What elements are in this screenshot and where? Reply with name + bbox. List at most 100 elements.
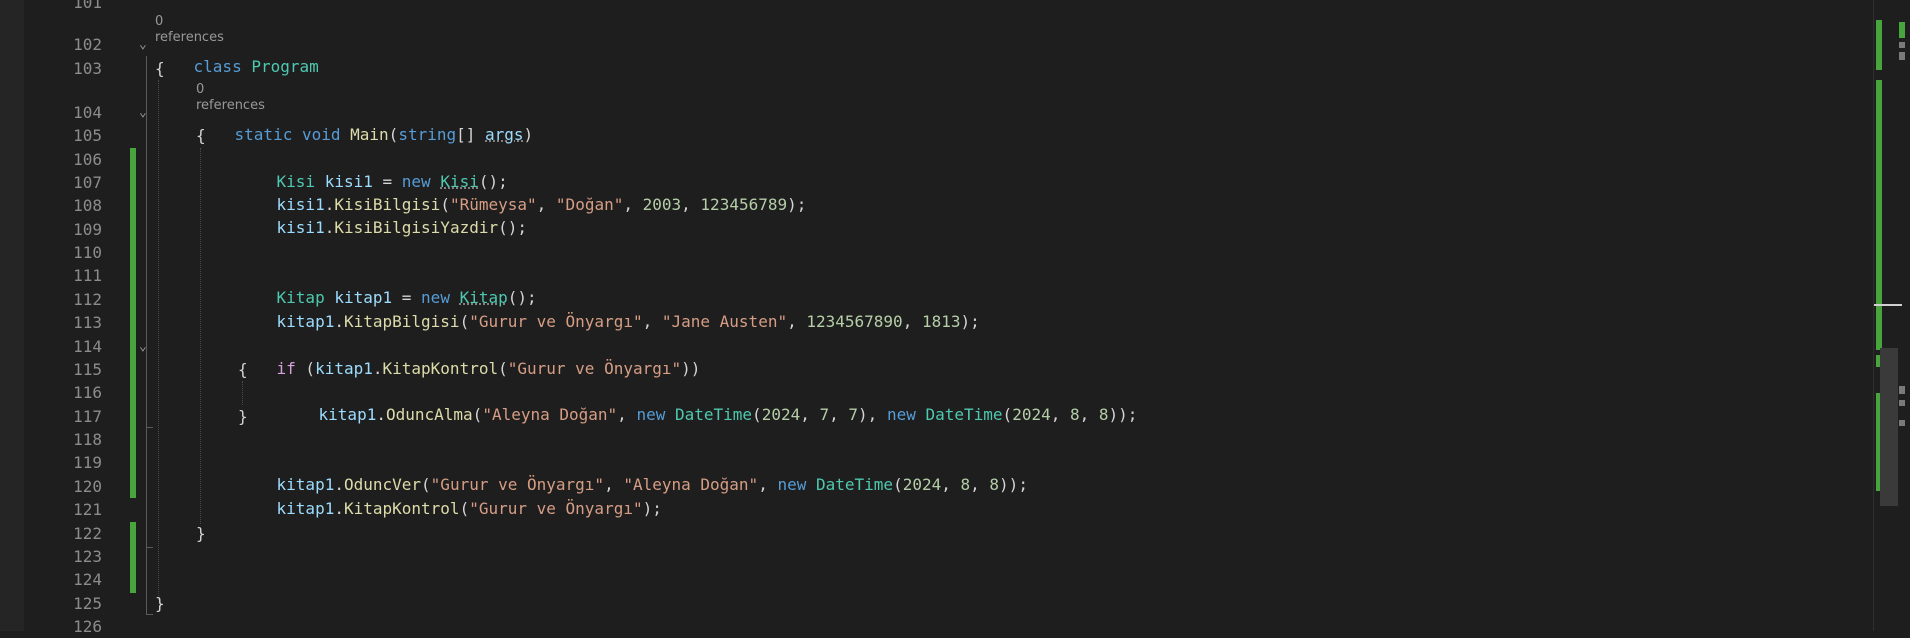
change-marker bbox=[130, 148, 136, 498]
punctuation: , bbox=[1050, 405, 1070, 424]
punctuation: . bbox=[324, 218, 335, 237]
overview-marker bbox=[1899, 386, 1905, 394]
line-number: 117 bbox=[73, 407, 102, 426]
overview-change-marker bbox=[1899, 22, 1905, 38]
string-literal: "Aleyna Doğan" bbox=[482, 405, 618, 424]
variable: kitap1 bbox=[276, 312, 335, 331]
number-literal: 8 bbox=[1069, 405, 1080, 424]
punctuation: ( bbox=[459, 499, 470, 518]
punctuation: ( bbox=[388, 125, 399, 144]
punctuation: ); bbox=[642, 499, 662, 518]
line-number: 125 bbox=[73, 594, 102, 613]
number-literal: 2024 bbox=[761, 405, 801, 424]
variable: kitap1 bbox=[276, 499, 335, 518]
punctuation: ( bbox=[459, 312, 470, 331]
number-literal: 2024 bbox=[902, 475, 942, 494]
control-keyword: if bbox=[276, 359, 296, 378]
fold-region-end bbox=[146, 421, 153, 428]
punctuation: . bbox=[376, 405, 386, 424]
punctuation: ), bbox=[858, 405, 887, 424]
variable: kisi1 bbox=[276, 218, 325, 237]
overview-marker bbox=[1899, 42, 1905, 48]
keyword: new bbox=[636, 405, 666, 424]
change-marker bbox=[130, 522, 136, 593]
code-line: { bbox=[155, 59, 165, 78]
punctuation: ( bbox=[752, 405, 762, 424]
punctuation: , bbox=[941, 475, 961, 494]
method-name: KitapBilgisi bbox=[343, 312, 460, 331]
collapse-chevron-icon[interactable]: ⌄ bbox=[139, 34, 147, 56]
punctuation: [] bbox=[456, 125, 486, 144]
fold-region-end bbox=[146, 541, 153, 548]
line-number: 120 bbox=[73, 477, 102, 496]
punctuation: , bbox=[787, 312, 807, 331]
punctuation: ( bbox=[295, 359, 316, 378]
overview-marker bbox=[1899, 400, 1905, 406]
string-literal: "Gurur ve Önyargı" bbox=[469, 312, 643, 331]
punctuation: (); bbox=[498, 218, 528, 237]
string-literal: "Gurur ve Önyargı" bbox=[469, 499, 643, 518]
line-number: 107 bbox=[73, 173, 102, 192]
line-number: 126 bbox=[73, 617, 102, 636]
line-number: 115 bbox=[73, 360, 102, 379]
punctuation: ( bbox=[498, 359, 508, 378]
line-number: 106 bbox=[73, 150, 102, 169]
code-line: kitap1.KitapKontrol("Gurur ve Önyargı"); bbox=[238, 476, 662, 542]
keyword: string bbox=[398, 125, 457, 144]
number-literal: 2024 bbox=[1012, 405, 1051, 424]
punctuation: , bbox=[681, 195, 701, 214]
line-number: 108 bbox=[73, 196, 102, 215]
type-name: DateTime bbox=[925, 405, 1003, 424]
variable: kitap1 bbox=[318, 405, 377, 424]
line-number-gutter[interactable]: 101 102 103 104 105 106 107 108 109 110 … bbox=[24, 0, 147, 636]
line-number: 105 bbox=[73, 126, 102, 145]
keyword: void bbox=[301, 125, 341, 144]
punctuation: , bbox=[758, 475, 778, 494]
punctuation: , bbox=[642, 312, 662, 331]
type-name: DateTime bbox=[816, 475, 894, 494]
code-line: } bbox=[238, 407, 248, 426]
line-number: 122 bbox=[73, 524, 102, 543]
number-literal: 8 bbox=[989, 475, 1000, 494]
line-number: 114 bbox=[73, 337, 102, 356]
method-name: KitapKontrol bbox=[343, 499, 460, 518]
line-number: 118 bbox=[73, 430, 102, 449]
punctuation: ( bbox=[472, 405, 483, 424]
code-line: kitap1.OduncAlma("Aleyna Doğan", new Dat… bbox=[280, 382, 1138, 448]
punctuation: , bbox=[617, 405, 637, 424]
line-number: 113 bbox=[73, 313, 102, 332]
punctuation: ); bbox=[787, 195, 807, 214]
method-name: Main bbox=[350, 125, 389, 144]
number-literal: 123456789 bbox=[700, 195, 788, 214]
overview-marker bbox=[1899, 52, 1905, 60]
indent-guide bbox=[200, 148, 201, 524]
punctuation: . bbox=[372, 359, 383, 378]
variable: kitap1 bbox=[315, 359, 373, 378]
string-literal: "Gurur ve Önyargı" bbox=[507, 359, 682, 378]
method-name: KisiBilgisiYazdir bbox=[334, 218, 499, 237]
code-line: kisi1.KisiBilgisiYazdir(); bbox=[238, 195, 527, 261]
line-number: 119 bbox=[73, 453, 102, 472]
scrollbar-thumb[interactable] bbox=[1880, 348, 1898, 506]
keyword: new bbox=[886, 405, 916, 424]
punctuation: . bbox=[334, 312, 344, 331]
number-literal: 1234567890 bbox=[806, 312, 903, 331]
number-literal: 7 bbox=[819, 405, 830, 424]
line-number: 103 bbox=[73, 59, 102, 78]
line-number: 102 bbox=[73, 35, 102, 54]
punctuation: , bbox=[902, 312, 922, 331]
code-line: { bbox=[238, 360, 248, 379]
line-number: 123 bbox=[73, 547, 102, 566]
scrollbar-caret-marker bbox=[1874, 304, 1902, 306]
fold-region-line bbox=[146, 56, 147, 609]
code-line: } bbox=[155, 594, 165, 613]
code-line: } bbox=[196, 524, 206, 543]
punctuation: , bbox=[623, 195, 643, 214]
string-literal: "Jane Austen" bbox=[661, 312, 788, 331]
line-number: 116 bbox=[73, 383, 102, 402]
punctuation: )) bbox=[681, 359, 701, 378]
parameter: args bbox=[485, 125, 524, 144]
indent-guide bbox=[158, 80, 159, 600]
vertical-scrollbar[interactable] bbox=[1873, 0, 1910, 631]
keyword: class bbox=[193, 57, 242, 76]
